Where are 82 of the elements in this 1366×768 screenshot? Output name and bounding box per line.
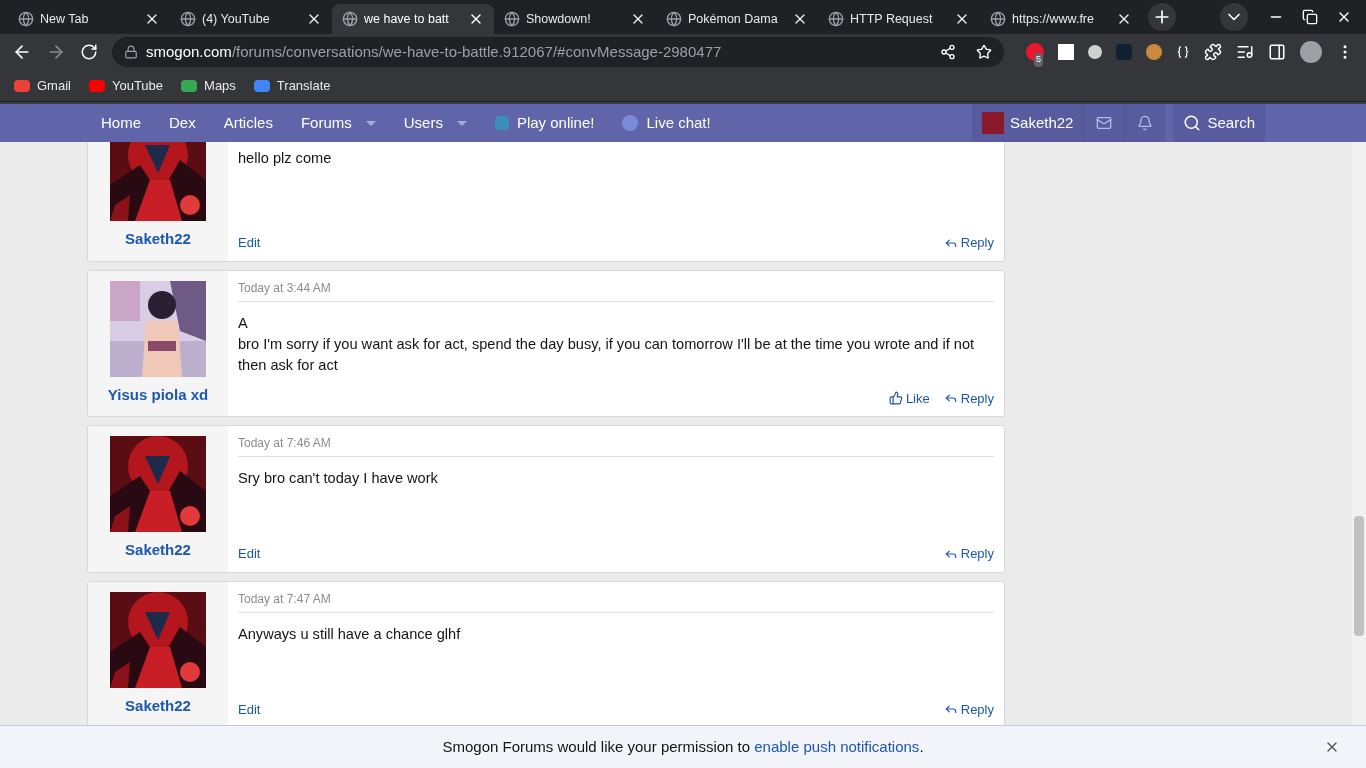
message-text: A	[238, 313, 249, 333]
author-name[interactable]: Saketh22	[125, 228, 191, 251]
bell-icon	[1137, 115, 1154, 131]
bookmark[interactable]: Maps	[181, 75, 236, 96]
scrollbar-thumb[interactable]	[1354, 516, 1364, 636]
nav-link[interactable]: Forums	[286, 104, 390, 142]
tab-title: https://www.fre	[1012, 10, 1094, 28]
user-name: Saketh22	[1010, 112, 1074, 133]
author-name[interactable]: Saketh22	[125, 694, 191, 717]
address-bar[interactable]: smogon.com/forums/conversations/we-have-to-battle.912067/#convMessage-2980477	[112, 37, 1004, 67]
message-text: Anyways u still have a chance glhf	[238, 624, 462, 644]
like-link[interactable]: Like	[888, 388, 930, 408]
message-time: Today at 7:47 AM	[238, 589, 994, 613]
search-button[interactable]: Search	[1173, 104, 1265, 142]
bookmark[interactable]: YouTube	[88, 75, 164, 96]
message-text: Sry bro can't today I have work	[238, 469, 439, 488]
notification-link[interactable]: enable push notifications	[754, 737, 920, 755]
new-tab-button[interactable]	[1148, 3, 1176, 31]
notification-text: Smogon Forums would like your permission to enable push notifications.	[442, 736, 924, 757]
cookie-icon[interactable]	[1146, 44, 1162, 60]
message-text: bro I'm sorry if you want ask for act, spend the day busy, if you can tomorrow I'll be at the time you wrote and if not then ask for act	[238, 334, 976, 375]
reply-link[interactable]: Reply	[943, 388, 994, 408]
browser-tab[interactable]: Showdown!	[494, 4, 656, 34]
inbox-button[interactable]	[1083, 104, 1125, 142]
edit-link[interactable]: Edit	[238, 233, 261, 253]
user-menu[interactable]: Saketh22	[972, 104, 1084, 142]
browser-tab[interactable]: HTTP Request	[818, 4, 980, 34]
thumbs-up-icon	[888, 391, 903, 406]
author-name[interactable]: Yisus piola xd	[107, 383, 209, 406]
tab-title: HTTP Request	[850, 10, 933, 28]
side-panel-icon[interactable]	[1268, 43, 1286, 61]
alerts-button[interactable]	[1124, 104, 1166, 142]
browser-tab[interactable]: https://www.fre	[980, 4, 1142, 34]
browser-tab[interactable]: New Tab	[8, 4, 170, 34]
favicon-icon	[666, 11, 682, 27]
browser-tab[interactable]: (4) YouTube	[170, 4, 332, 34]
extension-icon[interactable]	[1088, 45, 1102, 59]
extensions-icon[interactable]	[1204, 43, 1222, 61]
message-text: hello plz come	[238, 149, 333, 168]
browser-tab[interactable]: we have to batt	[332, 4, 494, 34]
share-icon[interactable]	[940, 44, 956, 60]
nav-link[interactable]: Users	[389, 104, 481, 142]
bookmark[interactable]: Translate	[253, 75, 331, 96]
reload-icon[interactable]	[80, 43, 98, 61]
tab-search-button[interactable]	[1220, 3, 1248, 31]
tab-title: New Tab	[40, 10, 89, 28]
nav-link[interactable]: Dex	[155, 104, 210, 142]
search-icon	[1183, 114, 1202, 132]
message-time: Today at 3:44 AM	[238, 278, 994, 302]
bookmark[interactable]: Gmail	[14, 75, 71, 96]
favicon-icon	[504, 11, 520, 27]
user-avatar	[982, 112, 1005, 134]
tab-title: (4) YouTube	[202, 10, 270, 28]
mail-icon	[1096, 115, 1113, 131]
edit-link[interactable]: Edit	[238, 544, 261, 564]
nav-link[interactable]: Live chat!	[608, 104, 725, 142]
nav-link[interactable]: Home	[87, 104, 155, 142]
lock-icon[interactable]	[124, 45, 138, 59]
favicon-icon	[18, 11, 34, 27]
author-name[interactable]: Saketh22	[125, 539, 191, 562]
tab-title: Pokémon Dama	[688, 10, 778, 28]
reply-link[interactable]: Reply	[943, 544, 994, 564]
favicon-icon	[990, 11, 1006, 27]
extension-badge: 5	[1034, 53, 1043, 67]
url-text: smogon.com/forums/conversations/we-have-to-battle.912067/#convMessage-2980477	[146, 41, 722, 62]
message-time: Today at 7:46 AM	[238, 434, 994, 457]
favicon-icon	[342, 11, 358, 27]
nav-link[interactable]: Play online!	[480, 104, 609, 142]
favicon-icon	[828, 11, 844, 27]
reply-link[interactable]: Reply	[943, 699, 994, 719]
nav-link[interactable]: Articles	[209, 104, 287, 142]
tab-title: we have to batt	[364, 10, 449, 28]
reply-link[interactable]: Reply	[943, 233, 994, 253]
restore-icon[interactable]	[1302, 9, 1318, 25]
edit-link[interactable]: Edit	[238, 699, 261, 719]
profile-avatar[interactable]	[1300, 41, 1322, 63]
braces-icon[interactable]	[1176, 45, 1190, 59]
star-icon[interactable]	[976, 44, 992, 60]
favicon-icon	[180, 11, 196, 27]
browser-tab[interactable]: Pokémon Dama	[656, 4, 818, 34]
media-icon[interactable]	[1236, 43, 1254, 61]
tab-title: Showdown!	[526, 10, 591, 28]
